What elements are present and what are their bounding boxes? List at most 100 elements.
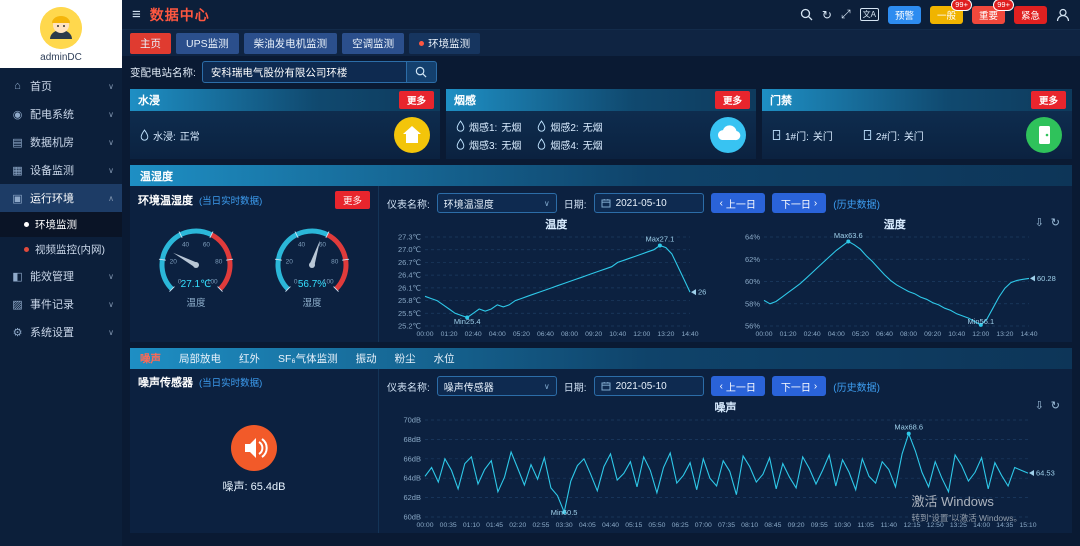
next-day-label: 下一日 [781, 379, 811, 394]
svg-text:12:15: 12:15 [904, 522, 921, 529]
date-input[interactable]: 2021-05-10 [594, 193, 704, 213]
door-icon [772, 129, 781, 141]
tab-sf6-gas[interactable]: SF₆气体监测 [278, 351, 338, 366]
tab-infrared[interactable]: 红外 [239, 351, 260, 366]
noise-pane-title: 噪声传感器 [138, 374, 193, 390]
server-icon: ▤ [10, 136, 25, 149]
door-big-icon [1026, 117, 1062, 153]
sidebar-item-events[interactable]: ▨ 事件记录 ∨ [0, 290, 122, 318]
tab-hvac-monitor[interactable]: 空调监测 [342, 33, 404, 54]
tab-water-level[interactable]: 水位 [434, 351, 455, 366]
svg-text:Max68.6: Max68.6 [894, 423, 923, 432]
noise-chart: 70dB68dB66dB64dB62dB60dB00:0000:3501:100… [387, 414, 1064, 529]
door-items: 1#门:关门 2#门:关门 [772, 128, 924, 143]
sidebar-subitem-label: 环境监测 [35, 217, 77, 232]
station-name-input[interactable] [202, 61, 407, 83]
search-button[interactable] [407, 61, 437, 83]
top-tabbar: 主页 UPS监测 柴油发电机监测 空调监测 环境监测 [122, 30, 1080, 56]
next-day-button[interactable]: 下一日 › [772, 193, 826, 213]
alarm-badge: 99+ [993, 0, 1014, 11]
humidity-chart-title: 湿度 [726, 216, 1065, 231]
svg-text:56%: 56% [744, 322, 759, 331]
more-button[interactable]: 更多 [715, 91, 750, 109]
refresh-icon[interactable]: ↻ [822, 8, 832, 22]
topbar-actions: ↻ ⤢ 文A 预警 一般 99+ 重要 99+ 紧急 [800, 6, 1070, 24]
next-day-button[interactable]: 下一日 › [772, 376, 826, 396]
svg-text:11:05: 11:05 [857, 522, 874, 529]
more-button[interactable]: 更多 [1031, 91, 1066, 109]
page-title: 数据中心 [150, 5, 210, 25]
tab-env-monitor[interactable]: 环境监测 [409, 33, 480, 54]
svg-text:00:00: 00:00 [416, 331, 433, 338]
temp-humidity-charts-pane: 仪表名称: 环境温湿度 ∨ 日期: 2021-05-10 ‹ [378, 186, 1072, 342]
sidebar-subitem-video-monitor[interactable]: 视频监控(内网) [0, 237, 122, 262]
svg-text:03:30: 03:30 [556, 522, 573, 529]
more-button[interactable]: 更多 [335, 191, 370, 209]
sidebar-item-label: 系统设置 [30, 324, 74, 340]
sidebar-item-home[interactable]: ⌂ 首页 ∨ [0, 72, 122, 100]
tab-ups-monitor[interactable]: UPS监测 [176, 33, 239, 54]
bullet-icon [24, 247, 29, 252]
svg-text:00:00: 00:00 [416, 522, 433, 529]
sidebar-subitem-env-monitor[interactable]: 环境监测 [0, 212, 122, 237]
tab-label: 主页 [140, 36, 161, 51]
alarm-button-major[interactable]: 重要 99+ [972, 6, 1005, 24]
username: adminDC [0, 52, 122, 63]
sidebar-item-device-monitor[interactable]: ▦ 设备监测 ∨ [0, 156, 122, 184]
noise-reading-value: 65.4dB [251, 481, 286, 493]
svg-text:Max27.1: Max27.1 [645, 234, 674, 243]
door-panel-body: 1#门:关门 2#门:关门 [762, 111, 1072, 159]
svg-text:14:00: 14:00 [973, 522, 990, 529]
sidebar-item-settings[interactable]: ⚙ 系统设置 ∨ [0, 318, 122, 346]
tab-noise[interactable]: 噪声 [140, 351, 161, 366]
alarm-button-forewarn[interactable]: 预警 [888, 6, 921, 24]
history-data-link[interactable]: (历史数据) [833, 196, 880, 211]
tab-diesel-monitor[interactable]: 柴油发电机监测 [244, 33, 338, 54]
more-button[interactable]: 更多 [399, 91, 434, 109]
alarm-button-normal[interactable]: 一般 99+ [930, 6, 963, 24]
fullscreen-icon[interactable]: ⤢ [841, 7, 851, 22]
svg-text:70dB: 70dB [403, 416, 421, 425]
sidebar-item-data-room[interactable]: ▤ 数据机房 ∨ [0, 128, 122, 156]
meter-select[interactable]: 噪声传感器 ∨ [437, 376, 557, 396]
realtime-link[interactable]: (当日实时数据) [199, 193, 262, 207]
sidebar-item-environment[interactable]: ▣ 运行环境 ∧ [0, 184, 122, 212]
hamburger-icon[interactable]: ≡ [132, 6, 141, 23]
history-data-link[interactable]: (历史数据) [833, 379, 880, 394]
power-system-icon: ◉ [10, 108, 25, 121]
download-icon[interactable]: ⇩ [1035, 399, 1044, 412]
sidebar-item-power-system[interactable]: ◉ 配电系统 ∨ [0, 100, 122, 128]
prev-day-button[interactable]: ‹ 上一日 [711, 376, 765, 396]
tab-home[interactable]: 主页 [130, 33, 171, 54]
meter-select[interactable]: 环境温湿度 ∨ [437, 193, 557, 213]
svg-text:26: 26 [698, 288, 706, 297]
refresh-icon[interactable]: ↻ [1051, 216, 1060, 229]
sidebar-menu: ⌂ 首页 ∨ ◉ 配电系统 ∨ ▤ 数据机房 ∨ ▦ 设备监测 ∨ ▣ 运行环境 [0, 68, 122, 546]
alarm-label: 预警 [895, 11, 914, 22]
svg-text:04:05: 04:05 [579, 522, 596, 529]
date-input[interactable]: 2021-05-10 [594, 376, 704, 396]
svg-text:10:30: 10:30 [834, 522, 851, 529]
realtime-link[interactable]: (当日实时数据) [199, 375, 262, 389]
refresh-icon[interactable]: ↻ [1051, 399, 1060, 412]
svg-text:62%: 62% [744, 255, 759, 264]
svg-text:64.53: 64.53 [1036, 469, 1055, 478]
tab-dust[interactable]: 粉尘 [395, 351, 416, 366]
alarm-button-urgent[interactable]: 紧急 [1014, 6, 1047, 24]
svg-text:25.8℃: 25.8℃ [398, 296, 421, 305]
active-dot-icon [419, 41, 424, 46]
tab-vibration[interactable]: 振动 [356, 351, 377, 366]
sidebar-item-energy[interactable]: ◧ 能效管理 ∨ [0, 262, 122, 290]
sensor-icon [456, 138, 465, 150]
download-icon[interactable]: ⇩ [1035, 216, 1044, 229]
chevron-up-icon: ∧ [108, 194, 114, 203]
svg-text:20: 20 [170, 258, 178, 265]
tab-partial-discharge[interactable]: 局部放电 [179, 351, 221, 366]
translate-icon[interactable]: 文A [860, 8, 879, 21]
search-icon[interactable] [800, 8, 813, 21]
humidity-gauge-value: 56.7% [256, 279, 368, 290]
prev-day-button[interactable]: ‹ 上一日 [711, 193, 765, 213]
user-icon[interactable] [1056, 8, 1070, 22]
gauges: 020406080100 27.1℃ 温度 020406080100 56.7%… [138, 209, 370, 337]
droplet-icon [140, 129, 149, 141]
